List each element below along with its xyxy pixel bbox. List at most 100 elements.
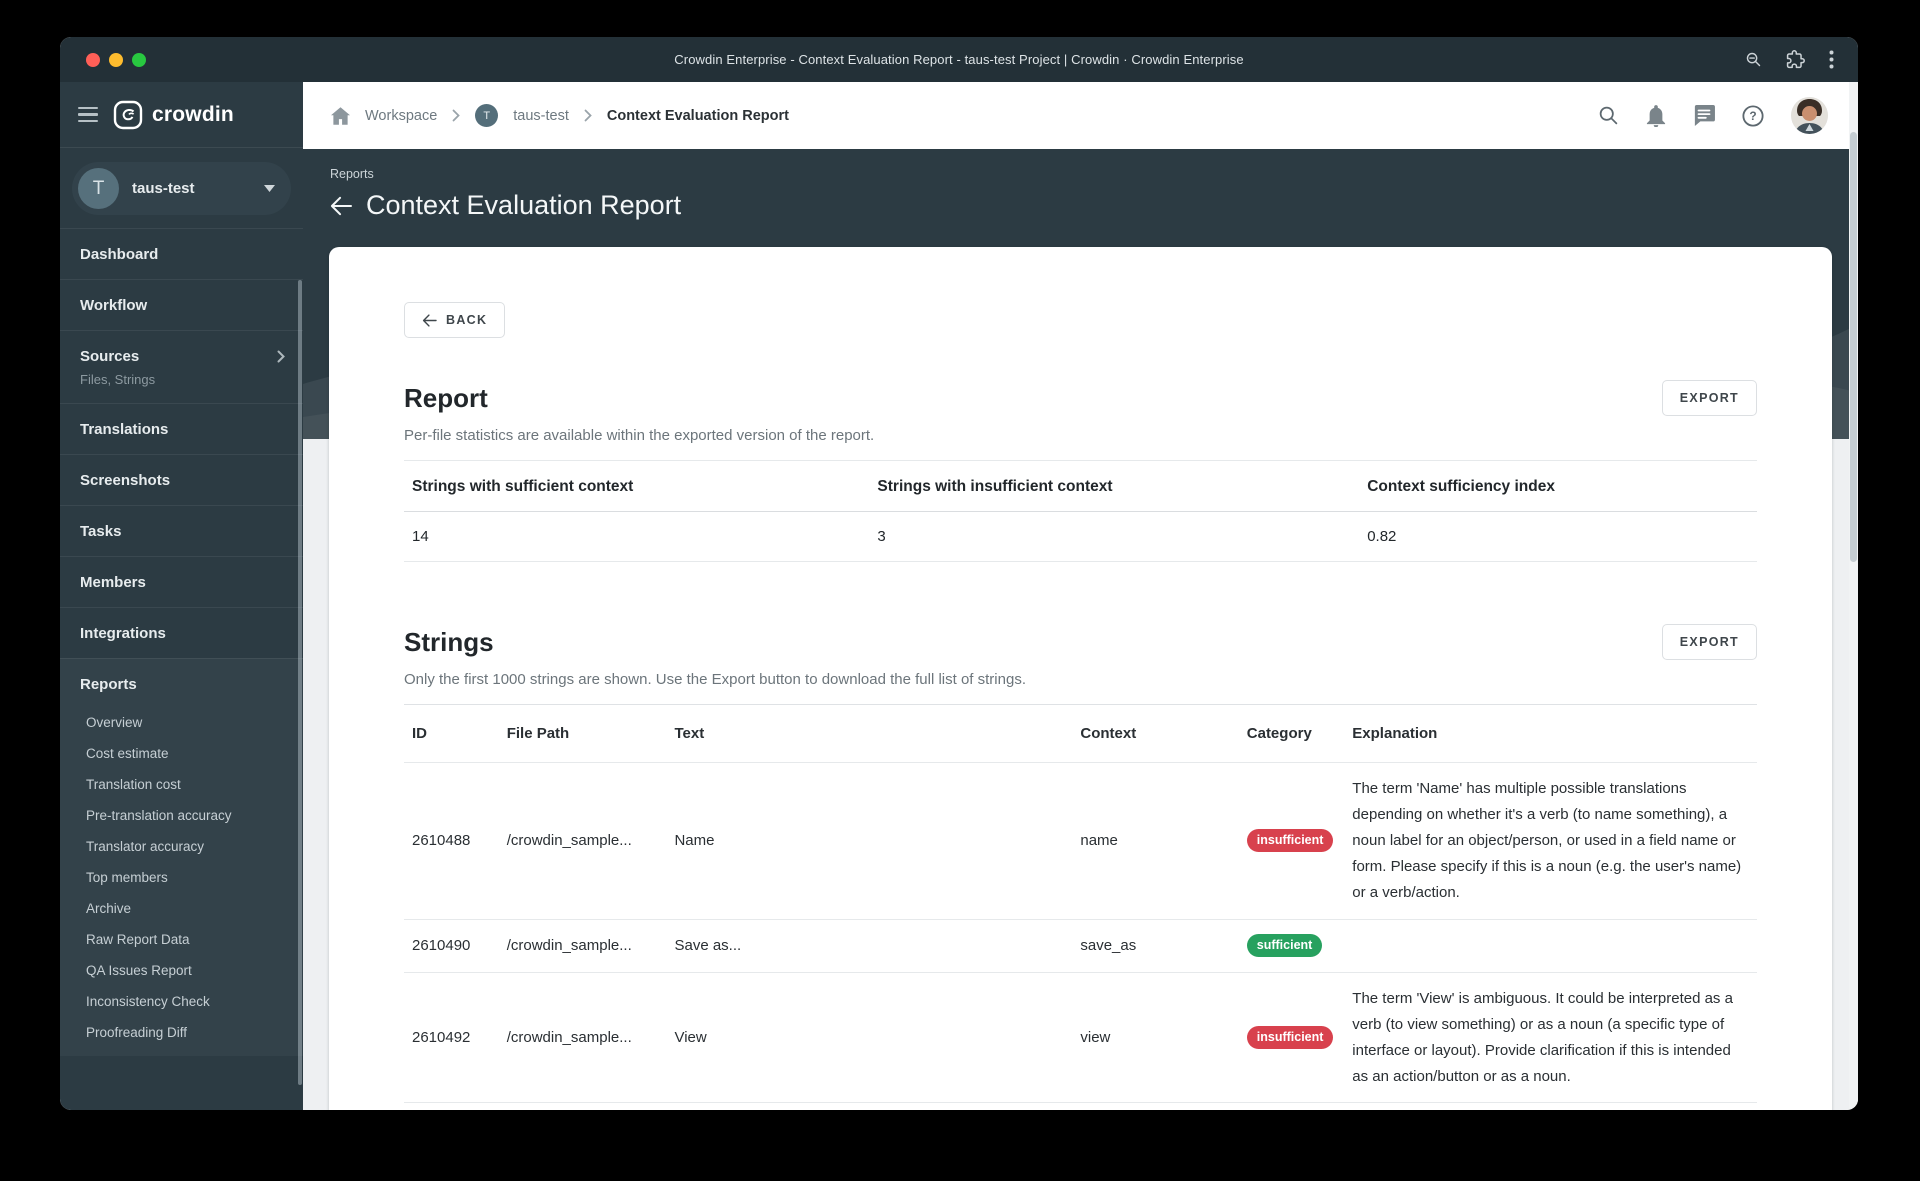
- breadcrumb-project[interactable]: taus-test: [513, 108, 569, 124]
- project-avatar: T: [78, 168, 119, 209]
- sidebar-item-dashboard[interactable]: Dashboard: [60, 228, 303, 279]
- sidebar-item-archive[interactable]: Archive: [60, 893, 303, 924]
- project-selector[interactable]: T taus-test: [72, 162, 291, 215]
- report-section-subtitle: Per-file statistics are available within…: [404, 427, 875, 444]
- sidebar-item-integrations[interactable]: Integrations: [60, 607, 303, 658]
- page-scrollbar[interactable]: [1849, 82, 1858, 1110]
- arrow-left-icon: [422, 313, 437, 327]
- cell-file-path: /crowdin_sample...: [506, 937, 632, 955]
- chevron-right-icon: [584, 109, 592, 122]
- sidebar-item-sources[interactable]: Sources Files, Strings: [60, 330, 303, 403]
- sidebar-item-cost-estimate[interactable]: Cost estimate: [60, 738, 303, 769]
- status-badge: sufficient: [1246, 934, 1323, 958]
- sidebar-nav: Dashboard Workflow Sources Files, String…: [60, 228, 303, 1056]
- traffic-lights: [86, 37, 146, 82]
- extensions-icon[interactable]: [1786, 50, 1805, 69]
- zoom-window-button[interactable]: [132, 52, 146, 67]
- cell-text: Name: [674, 832, 715, 850]
- cell-context: name: [1080, 832, 1118, 850]
- sidebar-item-sources-subtitle: Files, Strings: [80, 372, 156, 387]
- page-zoom-icon[interactable]: [1745, 51, 1762, 68]
- window-title: Crowdin Enterprise - Context Evaluation …: [674, 52, 1244, 67]
- cell-explanation: The term 'Name' has multiple possible tr…: [1352, 780, 1742, 901]
- cell-context: view: [1080, 1029, 1111, 1047]
- stats-header-sufficient: Strings with sufficient context: [404, 461, 870, 512]
- browser-window: Crowdin Enterprise - Context Evaluation …: [60, 37, 1858, 1110]
- status-badge: insufficient: [1246, 1026, 1334, 1050]
- close-window-button[interactable]: [86, 52, 100, 67]
- chevron-down-icon: [264, 185, 275, 192]
- stats-value-sufficient: 14: [404, 512, 870, 562]
- sidebar-section-reports: Reports Overview Cost estimate Translati…: [60, 658, 303, 1056]
- chat-icon[interactable]: [1693, 105, 1715, 126]
- sidebar-item-screenshots[interactable]: Screenshots: [60, 454, 303, 505]
- page-title: Context Evaluation Report: [366, 190, 682, 220]
- brand-name: crowdin: [152, 102, 234, 126]
- svg-text:?: ?: [1749, 109, 1756, 123]
- stats-value-insufficient: 3: [869, 512, 1360, 562]
- cell-text: Save as...: [674, 937, 742, 955]
- search-icon[interactable]: [1598, 105, 1619, 126]
- strings-section-title: Strings: [404, 626, 494, 657]
- table-row: 2610490 /crowdin_sample... Save as... sa…: [404, 920, 1757, 973]
- report-section-title: Report: [404, 382, 488, 413]
- back-arrow-icon[interactable]: [330, 196, 352, 216]
- cell-text: View: [674, 1029, 707, 1047]
- cell-file-path: /crowdin_sample...: [506, 832, 632, 850]
- menu-hamburger-icon[interactable]: [78, 106, 98, 123]
- cell-id: 2610492: [412, 1029, 471, 1047]
- breadcrumb-current: Context Evaluation Report: [606, 107, 789, 124]
- title-bar: Crowdin Enterprise - Context Evaluation …: [60, 37, 1858, 82]
- project-name: taus-test: [132, 180, 195, 197]
- cell-context: save_as: [1080, 937, 1137, 955]
- back-button[interactable]: BACK: [404, 302, 506, 338]
- content-area: BACK Report EXPORT Per-file statistics a…: [303, 247, 1858, 1110]
- cell-explanation: [1344, 933, 1757, 959]
- sidebar-scrollbar[interactable]: [298, 280, 302, 1085]
- crowdin-logo-icon: [113, 100, 143, 129]
- crowdin-logo[interactable]: crowdin: [113, 100, 234, 130]
- chevron-right-icon: [277, 350, 285, 363]
- home-icon[interactable]: [331, 106, 350, 125]
- sidebar-item-reports[interactable]: Reports: [60, 659, 303, 707]
- sidebar-item-pre-translation-accuracy[interactable]: Pre-translation accuracy: [60, 800, 303, 831]
- stats-header-insufficient: Strings with insufficient context: [869, 461, 1360, 512]
- sidebar-item-tasks[interactable]: Tasks: [60, 505, 303, 556]
- help-icon[interactable]: ?: [1742, 104, 1764, 127]
- sidebar-item-proofreading-diff[interactable]: Proofreading Diff: [60, 1017, 303, 1048]
- sidebar-item-raw-report-data[interactable]: Raw Report Data: [60, 924, 303, 955]
- cell-file-path: /crowdin_sample...: [506, 1029, 632, 1047]
- stats-value-index: 0.82: [1359, 512, 1757, 562]
- sidebar-item-top-members[interactable]: Top members: [60, 862, 303, 893]
- notifications-bell-icon[interactable]: [1646, 104, 1666, 127]
- table-row: 2610492 /crowdin_sample... View view ins…: [404, 973, 1757, 1104]
- sidebar-item-inconsistency-check[interactable]: Inconsistency Check: [60, 986, 303, 1017]
- strings-section-subtitle: Only the first 1000 strings are shown. U…: [404, 671, 1026, 688]
- status-badge: insufficient: [1246, 829, 1334, 853]
- browser-menu-icon[interactable]: [1829, 50, 1834, 69]
- breadcrumb: Workspace T taus-test Context Evaluation…: [331, 104, 789, 127]
- chevron-right-icon: [452, 109, 461, 122]
- sidebar-item-translation-cost[interactable]: Translation cost: [60, 769, 303, 800]
- page-eyebrow: Reports: [330, 167, 374, 181]
- user-avatar[interactable]: [1791, 97, 1828, 134]
- report-card: BACK Report EXPORT Per-file statistics a…: [329, 247, 1832, 1110]
- sidebar: crowdin T taus-test Dashboard Workflow S…: [60, 82, 303, 1110]
- stats-header-index: Context sufficiency index: [1359, 461, 1757, 512]
- cell-explanation: The term 'View' is ambiguous. It could b…: [1352, 989, 1733, 1085]
- minimize-window-button[interactable]: [109, 52, 123, 67]
- report-stats-table: Strings with sufficient context Strings …: [404, 460, 1757, 562]
- sidebar-item-translations[interactable]: Translations: [60, 403, 303, 454]
- main-area: Workspace T taus-test Context Evaluation…: [303, 82, 1858, 1110]
- sidebar-item-members[interactable]: Members: [60, 556, 303, 607]
- sidebar-item-overview[interactable]: Overview: [60, 707, 303, 738]
- strings-export-button[interactable]: EXPORT: [1661, 624, 1757, 660]
- top-bar: Workspace T taus-test Context Evaluation…: [303, 82, 1858, 149]
- sidebar-item-qa-issues-report[interactable]: QA Issues Report: [60, 955, 303, 986]
- strings-table-header: ID File Path Text Context Category Expla…: [404, 705, 1757, 763]
- sidebar-item-workflow[interactable]: Workflow: [60, 279, 303, 330]
- table-row: 2610488 /crowdin_sample... Name name ins…: [404, 763, 1757, 920]
- breadcrumb-workspace[interactable]: Workspace: [365, 108, 437, 124]
- sidebar-item-translator-accuracy[interactable]: Translator accuracy: [60, 831, 303, 862]
- report-export-button[interactable]: EXPORT: [1661, 380, 1757, 416]
